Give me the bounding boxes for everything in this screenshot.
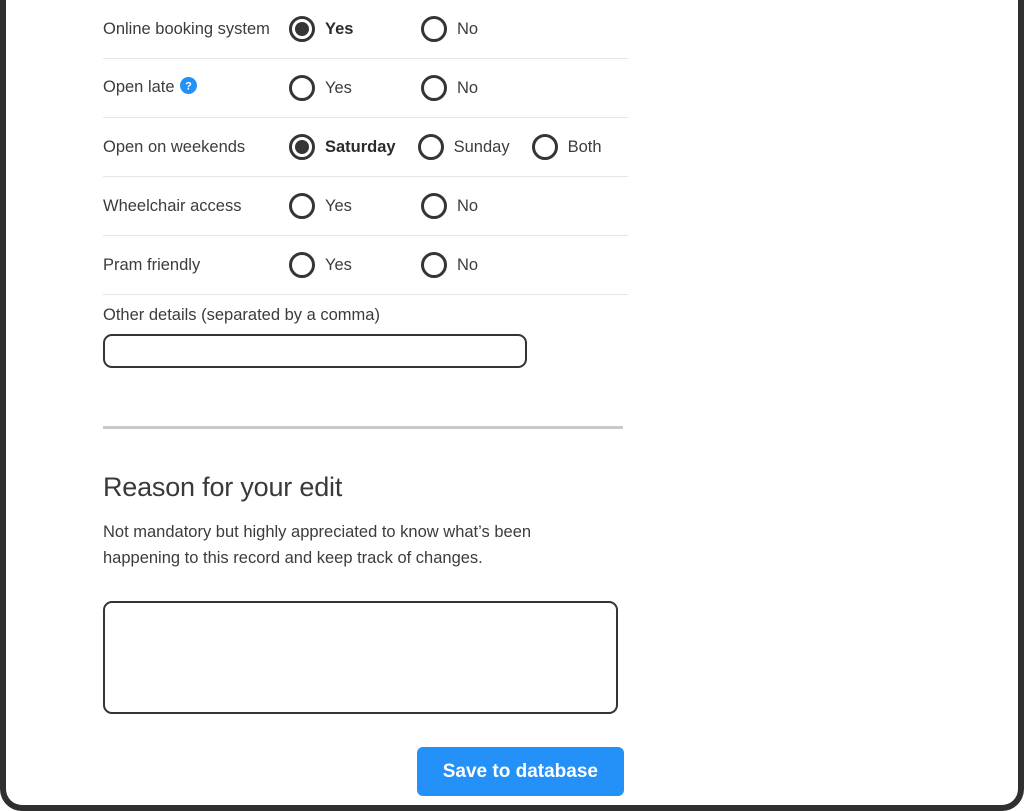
radio-option-label: Saturday <box>325 137 396 156</box>
radio-option-label: Yes <box>325 78 352 97</box>
radio-option-open-late-yes[interactable]: Yes <box>289 75 403 101</box>
radio-input[interactable] <box>421 193 447 219</box>
radio-option-label: Sunday <box>453 137 510 156</box>
radio-option-open-late-no[interactable]: No <box>421 75 478 101</box>
radio-input[interactable] <box>289 193 315 219</box>
radio-input[interactable] <box>421 252 447 278</box>
radio-option-label: No <box>457 78 479 97</box>
other-details-block: Other details (separated by a comma) <box>103 295 628 368</box>
field-label-text: Online booking system <box>103 19 270 38</box>
radio-group-open-on-weekends: Saturday Sunday Both <box>289 134 628 160</box>
radio-input[interactable] <box>289 16 315 42</box>
other-details-input[interactable] <box>103 334 527 368</box>
other-details-label: Other details (separated by a comma) <box>103 306 380 324</box>
radio-group-online-booking-system: Yes No <box>289 16 628 42</box>
reason-section-description: Not mandatory but highly appreciated to … <box>103 523 532 568</box>
radio-option-pram-yes[interactable]: Yes <box>289 252 403 278</box>
field-label-text: Pram friendly <box>103 255 201 274</box>
radio-input[interactable] <box>421 75 447 101</box>
field-label-text: Open late <box>103 77 175 96</box>
radio-option-label: No <box>457 19 479 38</box>
field-row-open-on-weekends: Open on weekends Saturday Sunday Both <box>103 118 628 177</box>
field-row-wheelchair-access: Wheelchair access Yes No <box>103 177 628 236</box>
reason-textarea[interactable] <box>103 601 618 715</box>
radio-option-label: No <box>457 196 479 215</box>
page-frame: Online booking system Yes No Open late? <box>0 0 1024 811</box>
field-label-text: Open on weekends <box>103 137 246 156</box>
reason-section-title: Reason for your edit <box>103 472 343 502</box>
radio-option-wheelchair-no[interactable]: No <box>421 193 478 219</box>
radio-option-label: Yes <box>325 255 352 274</box>
field-label: Wheelchair access <box>103 196 289 217</box>
svg-text:?: ? <box>185 80 192 92</box>
radio-option-weekends-sunday[interactable]: Sunday <box>417 134 510 160</box>
form-actions: Save to database <box>103 747 624 797</box>
reason-for-edit-section: Reason for your edit Not mandatory but h… <box>103 429 643 797</box>
field-label-text: Wheelchair access <box>103 196 242 215</box>
radio-input[interactable] <box>531 134 558 160</box>
question-mark-circle-icon[interactable]: ? <box>179 76 197 100</box>
radio-option-label: Yes <box>325 196 352 215</box>
field-label: Open late? <box>103 76 289 100</box>
field-label: Open on weekends <box>103 137 289 158</box>
radio-group-pram-friendly: Yes No <box>289 252 628 278</box>
field-row-open-late: Open late? Yes No <box>103 59 628 118</box>
radio-option-weekends-saturday[interactable]: Saturday <box>289 134 396 160</box>
radio-input[interactable] <box>421 16 447 42</box>
save-to-database-button[interactable]: Save to database <box>416 747 624 797</box>
field-label: Pram friendly <box>103 255 289 276</box>
radio-option-label: No <box>457 255 479 274</box>
radio-option-online-booking-yes[interactable]: Yes <box>289 16 403 42</box>
radio-option-wheelchair-yes[interactable]: Yes <box>289 193 403 219</box>
radio-input[interactable] <box>289 134 315 160</box>
radio-group-open-late: Yes No <box>289 75 628 101</box>
edit-form: Online booking system Yes No Open late? <box>103 0 643 797</box>
radio-group-wheelchair-access: Yes No <box>289 193 628 219</box>
field-row-online-booking-system: Online booking system Yes No <box>103 0 628 59</box>
radio-option-label: Yes <box>325 19 354 38</box>
radio-input[interactable] <box>289 75 315 101</box>
radio-option-weekends-both[interactable]: Both <box>531 134 602 160</box>
field-label: Online booking system <box>103 19 289 40</box>
radio-input[interactable] <box>289 252 315 278</box>
radio-option-pram-no[interactable]: No <box>421 252 478 278</box>
radio-option-label: Both <box>567 137 602 156</box>
field-row-pram-friendly: Pram friendly Yes No <box>103 236 628 295</box>
radio-option-online-booking-no[interactable]: No <box>421 16 478 42</box>
radio-input[interactable] <box>417 134 444 160</box>
